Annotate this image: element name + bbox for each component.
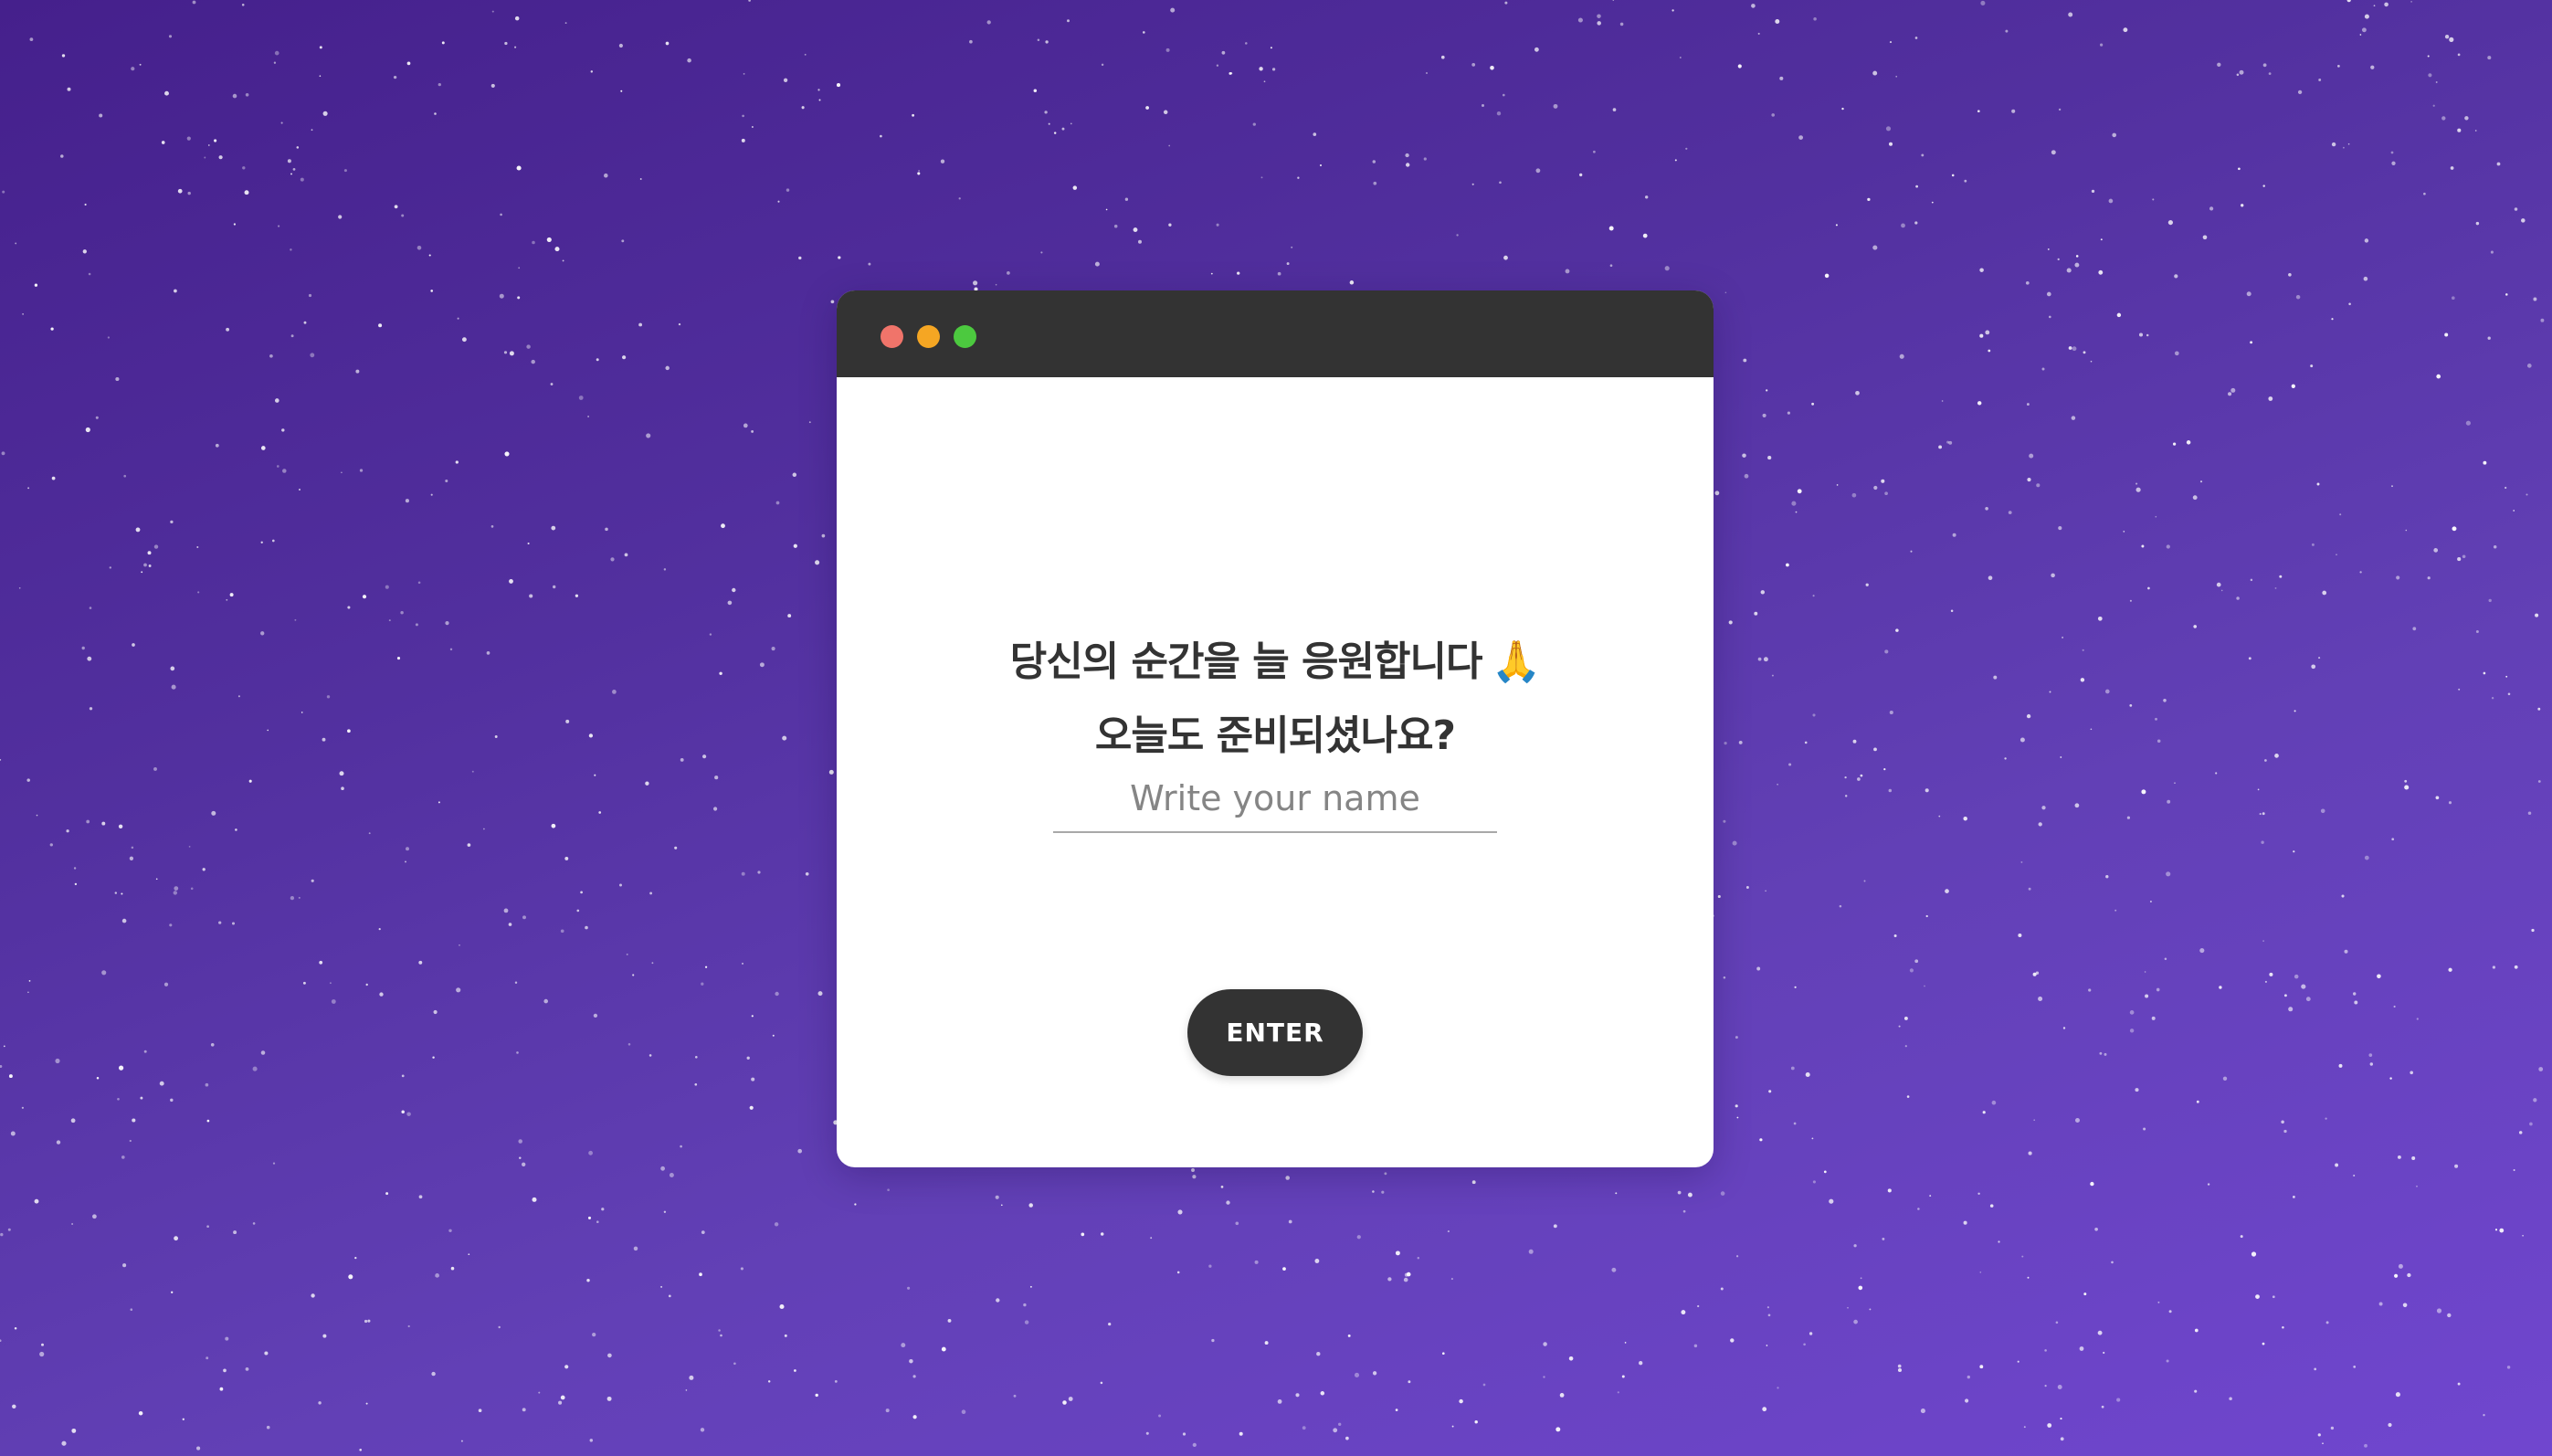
enter-button[interactable]: ENTER bbox=[1187, 989, 1363, 1076]
name-input[interactable] bbox=[1053, 765, 1497, 833]
window-content: 당신의 순간을 늘 응원합니다🙏 오늘도 준비되셨나요? ENTER bbox=[837, 377, 1714, 1167]
minimize-dot-icon[interactable] bbox=[917, 325, 940, 348]
close-dot-icon[interactable] bbox=[881, 325, 903, 348]
praying-hands-icon: 🙏 bbox=[1491, 638, 1541, 685]
greeting-line-2: 오늘도 준비되셨나요? bbox=[1094, 712, 1456, 759]
login-window: 당신의 순간을 늘 응원합니다🙏 오늘도 준비되셨나요? ENTER bbox=[837, 290, 1714, 1167]
greeting-line-1: 당신의 순간을 늘 응원합니다 🙏 bbox=[837, 628, 1714, 687]
greeting-line-1-text: 당신의 순간을 늘 응원합니다 bbox=[1009, 638, 1483, 685]
maximize-dot-icon[interactable] bbox=[954, 325, 976, 348]
window-titlebar bbox=[837, 290, 1714, 377]
